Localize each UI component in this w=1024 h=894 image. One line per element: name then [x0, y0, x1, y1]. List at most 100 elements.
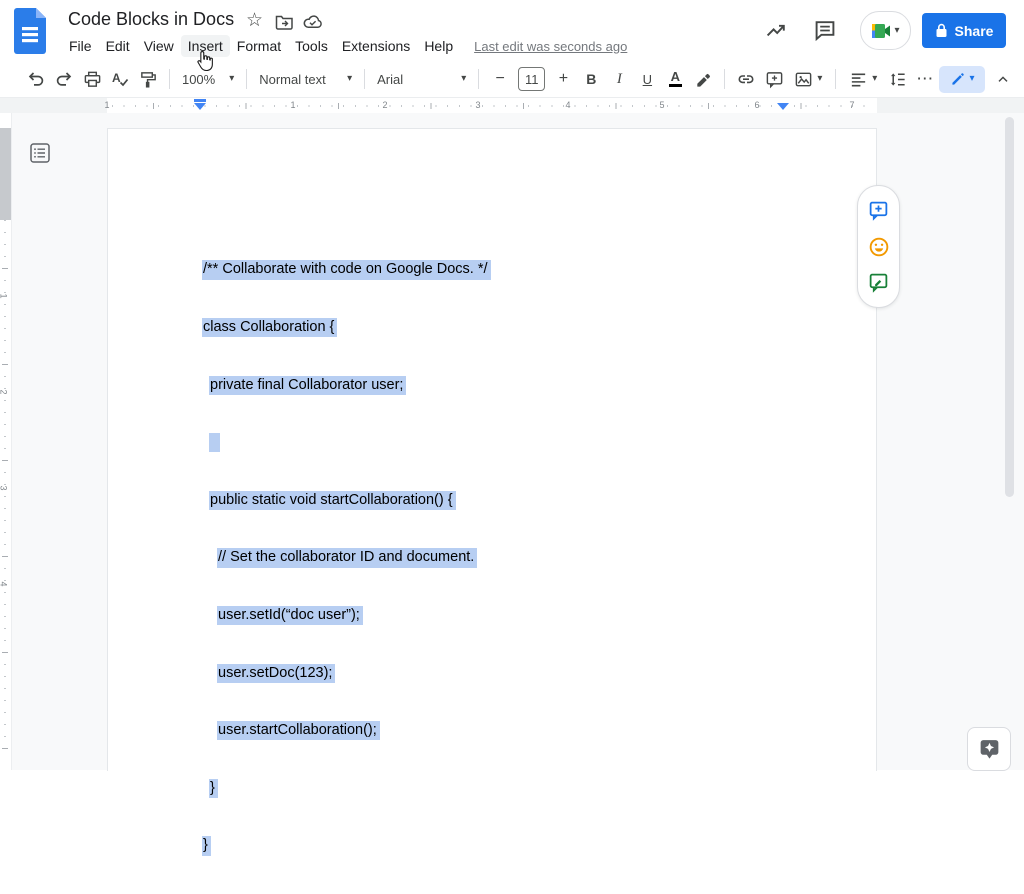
add-comment-icon[interactable] — [868, 200, 889, 221]
ruler-number: 2 — [0, 389, 9, 394]
code-line: user.setDoc(123); — [203, 664, 491, 683]
toolbar-separator — [364, 69, 365, 89]
menu-format[interactable]: Format — [230, 35, 288, 57]
app-header: Code Blocks in Docs ☆ File Edit View Ins… — [0, 0, 1024, 60]
menu-edit[interactable]: Edit — [99, 35, 137, 57]
vertical-ruler-top-margin — [0, 128, 11, 220]
cloud-saved-icon[interactable] — [303, 14, 323, 29]
decrease-font-size-button[interactable]: − — [487, 66, 513, 92]
menu-extensions[interactable]: Extensions — [335, 35, 417, 57]
menu-file[interactable]: File — [62, 35, 99, 57]
show-document-outline-button[interactable] — [27, 140, 52, 165]
toolbar-separator — [478, 69, 479, 89]
highlight-color-button[interactable] — [690, 66, 716, 92]
ruler-ticks — [153, 103, 873, 109]
hide-menus-button[interactable] — [991, 66, 1016, 92]
explore-button[interactable] — [967, 727, 1011, 771]
redo-button[interactable] — [51, 66, 77, 92]
first-line-indent-marker[interactable] — [194, 99, 206, 102]
mouse-cursor — [195, 50, 216, 74]
selected-text[interactable]: user.setId(“doc user”); — [217, 606, 363, 625]
ruler-number: 2 — [382, 100, 387, 110]
more-options-button[interactable]: ⋯ — [912, 66, 938, 92]
paragraph-style-select[interactable]: Normal text ▾ — [255, 66, 356, 92]
editing-mode-button[interactable]: ▾ — [939, 66, 985, 93]
chevron-down-icon: ▾ — [461, 74, 466, 84]
underline-button[interactable]: U — [634, 66, 660, 92]
selected-text[interactable]: user.startCollaboration(); — [217, 721, 380, 740]
code-line — [203, 433, 491, 452]
toolbar-separator — [835, 69, 836, 89]
selected-text[interactable]: } — [209, 779, 218, 798]
text-color-letter: A — [671, 71, 680, 83]
selected-text[interactable]: user.setDoc(123); — [217, 664, 335, 683]
code-line: } — [203, 836, 491, 855]
join-meet-button[interactable]: ▾ — [860, 11, 911, 50]
bold-button[interactable]: B — [578, 66, 604, 92]
insert-image-button[interactable]: ▾ — [789, 66, 827, 92]
ruler-number: 1 — [290, 100, 295, 110]
undo-button[interactable] — [23, 66, 49, 92]
selected-text[interactable]: /** Collaborate with code on Google Docs… — [202, 260, 491, 279]
code-line: class Collaboration { — [203, 318, 491, 337]
code-line: public static void startCollaboration() … — [203, 491, 491, 510]
star-icon[interactable]: ☆ — [246, 11, 263, 31]
ruler-number: 3 — [0, 485, 9, 490]
last-edit-status[interactable]: Last edit was seconds ago — [474, 39, 627, 54]
print-button[interactable] — [79, 66, 105, 92]
font-select[interactable]: Arial ▾ — [373, 66, 470, 92]
code-line: } — [203, 779, 491, 798]
insert-link-button[interactable] — [733, 66, 759, 92]
selected-text[interactable]: } — [202, 836, 211, 855]
font-size-input[interactable]: 11 — [518, 67, 545, 91]
ruler-number: 1 — [0, 293, 9, 298]
align-button[interactable]: ▾ — [844, 66, 882, 92]
emoji-reaction-icon[interactable] — [868, 236, 890, 258]
suggest-edits-icon[interactable] — [868, 272, 889, 293]
italic-button[interactable]: I — [606, 66, 632, 92]
selected-text[interactable]: private final Collaborator user; — [209, 376, 406, 395]
google-meet-icon — [871, 23, 891, 39]
ruler-ticks — [2, 268, 8, 768]
vertical-scrollbar[interactable] — [1005, 117, 1014, 497]
line-spacing-button[interactable] — [884, 66, 910, 92]
selected-text[interactable]: public static void startCollaboration() … — [209, 491, 456, 510]
ruler-number: 6 — [754, 100, 759, 110]
google-docs-logo-icon[interactable] — [14, 8, 48, 54]
code-line: // Set the collaborator ID and document. — [203, 548, 491, 567]
ruler-number: 4 — [0, 581, 9, 586]
code-line: private final Collaborator user; — [203, 376, 491, 395]
horizontal-ruler[interactable]: 1 1 2 3 4 5 6 7 — [0, 98, 1024, 113]
chevron-down-icon: ▾ — [970, 74, 975, 84]
selected-text[interactable]: class Collaboration { — [202, 318, 337, 337]
increase-font-size-button[interactable]: + — [550, 66, 576, 92]
vertical-ruler[interactable]: 1 2 3 4 — [0, 113, 12, 770]
right-indent-marker[interactable] — [777, 103, 789, 110]
share-button[interactable]: Share — [922, 13, 1006, 48]
text-color-button[interactable]: A — [662, 66, 688, 92]
menu-bar: File Edit View Insert Format Tools Exten… — [62, 34, 627, 58]
comment-history-icon[interactable] — [812, 17, 838, 43]
meet-dropdown-caret-icon[interactable]: ▾ — [894, 26, 899, 36]
toolbar-separator — [169, 69, 170, 89]
paint-format-button[interactable] — [135, 66, 161, 92]
menu-view[interactable]: View — [137, 35, 181, 57]
quick-actions-pill — [857, 185, 900, 308]
document-activity-icon[interactable] — [763, 17, 789, 43]
add-comment-button[interactable] — [761, 66, 787, 92]
selected-text[interactable] — [209, 433, 220, 452]
selected-text[interactable]: // Set the collaborator ID and document. — [217, 548, 477, 567]
lock-icon — [935, 23, 948, 38]
toolbar-separator — [724, 69, 725, 89]
ruler-number: 4 — [565, 100, 570, 110]
code-block[interactable]: /** Collaborate with code on Google Docs… — [203, 222, 491, 894]
document-title[interactable]: Code Blocks in Docs — [68, 9, 234, 30]
menu-help[interactable]: Help — [417, 35, 460, 57]
paragraph-style-value: Normal text — [259, 72, 325, 87]
move-folder-icon[interactable] — [275, 13, 294, 30]
menu-tools[interactable]: Tools — [288, 35, 335, 57]
code-line: user.setId(“doc user”); — [203, 606, 491, 625]
document-page[interactable]: /** Collaborate with code on Google Docs… — [107, 128, 877, 771]
left-indent-marker[interactable] — [194, 103, 206, 110]
spellcheck-button[interactable]: A — [107, 66, 133, 92]
